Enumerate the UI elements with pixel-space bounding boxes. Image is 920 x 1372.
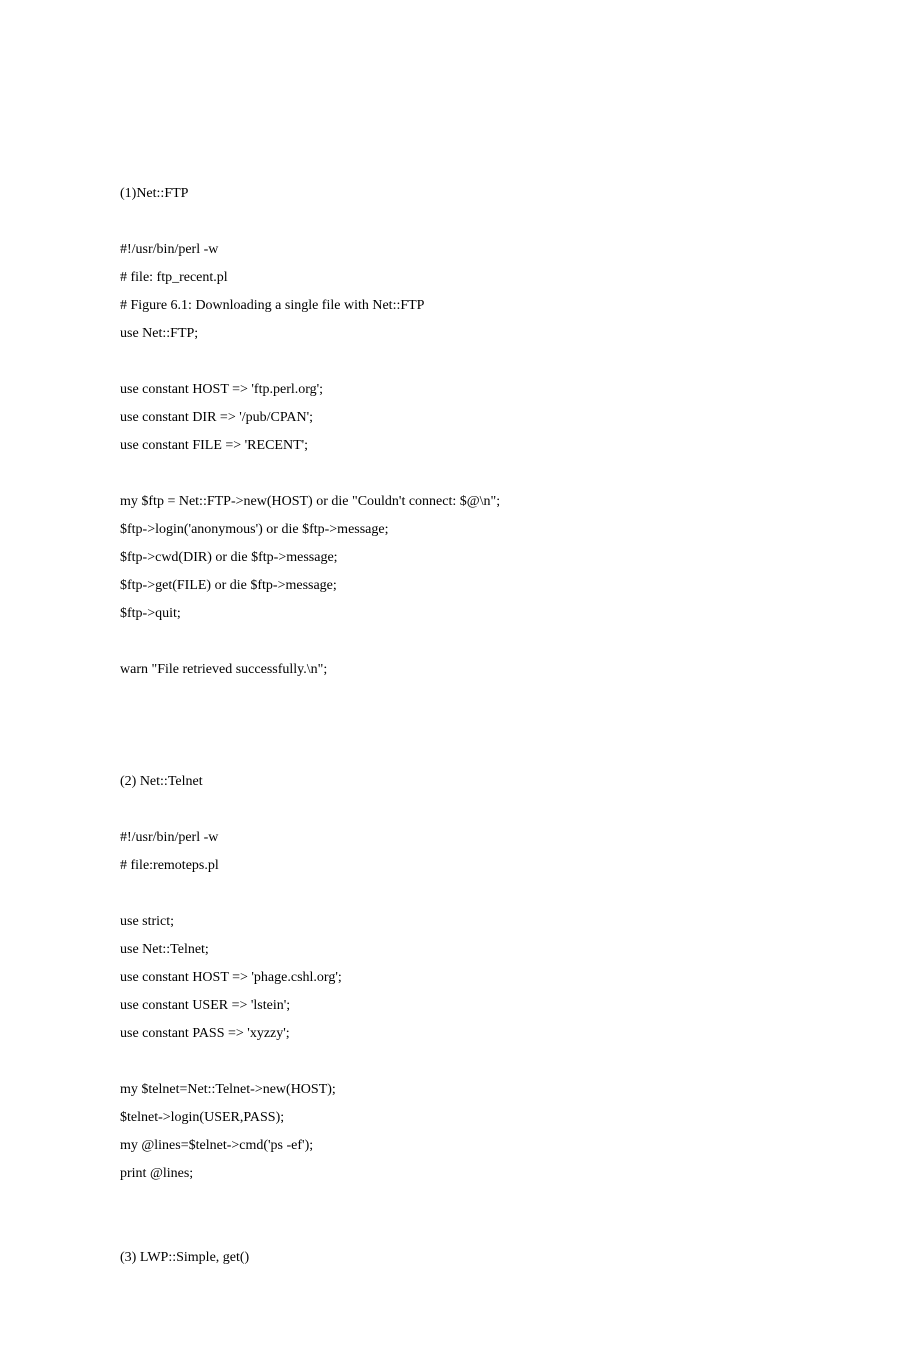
code-line: use constant FILE => 'RECENT'; xyxy=(120,432,800,460)
code-line: use constant PASS => 'xyzzy'; xyxy=(120,1020,800,1048)
code-line: (1)Net::FTP xyxy=(120,180,800,208)
code-line: use Net::Telnet; xyxy=(120,936,800,964)
code-line: # Figure 6.1: Downloading a single file … xyxy=(120,292,800,320)
code-line xyxy=(120,348,800,376)
code-line xyxy=(120,684,800,712)
code-line xyxy=(120,1048,800,1076)
code-line: use constant DIR => '/pub/CPAN'; xyxy=(120,404,800,432)
code-line: use constant HOST => 'ftp.perl.org'; xyxy=(120,376,800,404)
code-line: use constant USER => 'lstein'; xyxy=(120,992,800,1020)
code-line: $ftp->login('anonymous') or die $ftp->me… xyxy=(120,516,800,544)
code-line: use strict; xyxy=(120,908,800,936)
code-line xyxy=(120,460,800,488)
code-line: (2) Net::Telnet xyxy=(120,768,800,796)
code-line: print @lines; xyxy=(120,1160,800,1188)
code-line xyxy=(120,796,800,824)
code-line: # file:remoteps.pl xyxy=(120,852,800,880)
document-page: (1)Net::FTP#!/usr/bin/perl -w# file: ftp… xyxy=(0,0,920,1372)
code-line: warn "File retrieved successfully.\n"; xyxy=(120,656,800,684)
code-line: # file: ftp_recent.pl xyxy=(120,264,800,292)
code-line xyxy=(120,1188,800,1216)
code-line xyxy=(120,1216,800,1244)
code-line: my $ftp = Net::FTP->new(HOST) or die "Co… xyxy=(120,488,800,516)
code-line: use Net::FTP; xyxy=(120,320,800,348)
code-line: use constant HOST => 'phage.cshl.org'; xyxy=(120,964,800,992)
code-line xyxy=(120,628,800,656)
code-line: (3) LWP::Simple, get() xyxy=(120,1244,800,1272)
code-line: $ftp->get(FILE) or die $ftp->message; xyxy=(120,572,800,600)
code-line xyxy=(120,208,800,236)
code-line xyxy=(120,740,800,768)
code-line: $ftp->cwd(DIR) or die $ftp->message; xyxy=(120,544,800,572)
code-line: $telnet->login(USER,PASS); xyxy=(120,1104,800,1132)
code-line xyxy=(120,712,800,740)
code-line xyxy=(120,880,800,908)
code-line: my @lines=$telnet->cmd('ps -ef'); xyxy=(120,1132,800,1160)
code-line: #!/usr/bin/perl -w xyxy=(120,824,800,852)
code-line: my $telnet=Net::Telnet->new(HOST); xyxy=(120,1076,800,1104)
code-line: #!/usr/bin/perl -w xyxy=(120,236,800,264)
code-line: $ftp->quit; xyxy=(120,600,800,628)
